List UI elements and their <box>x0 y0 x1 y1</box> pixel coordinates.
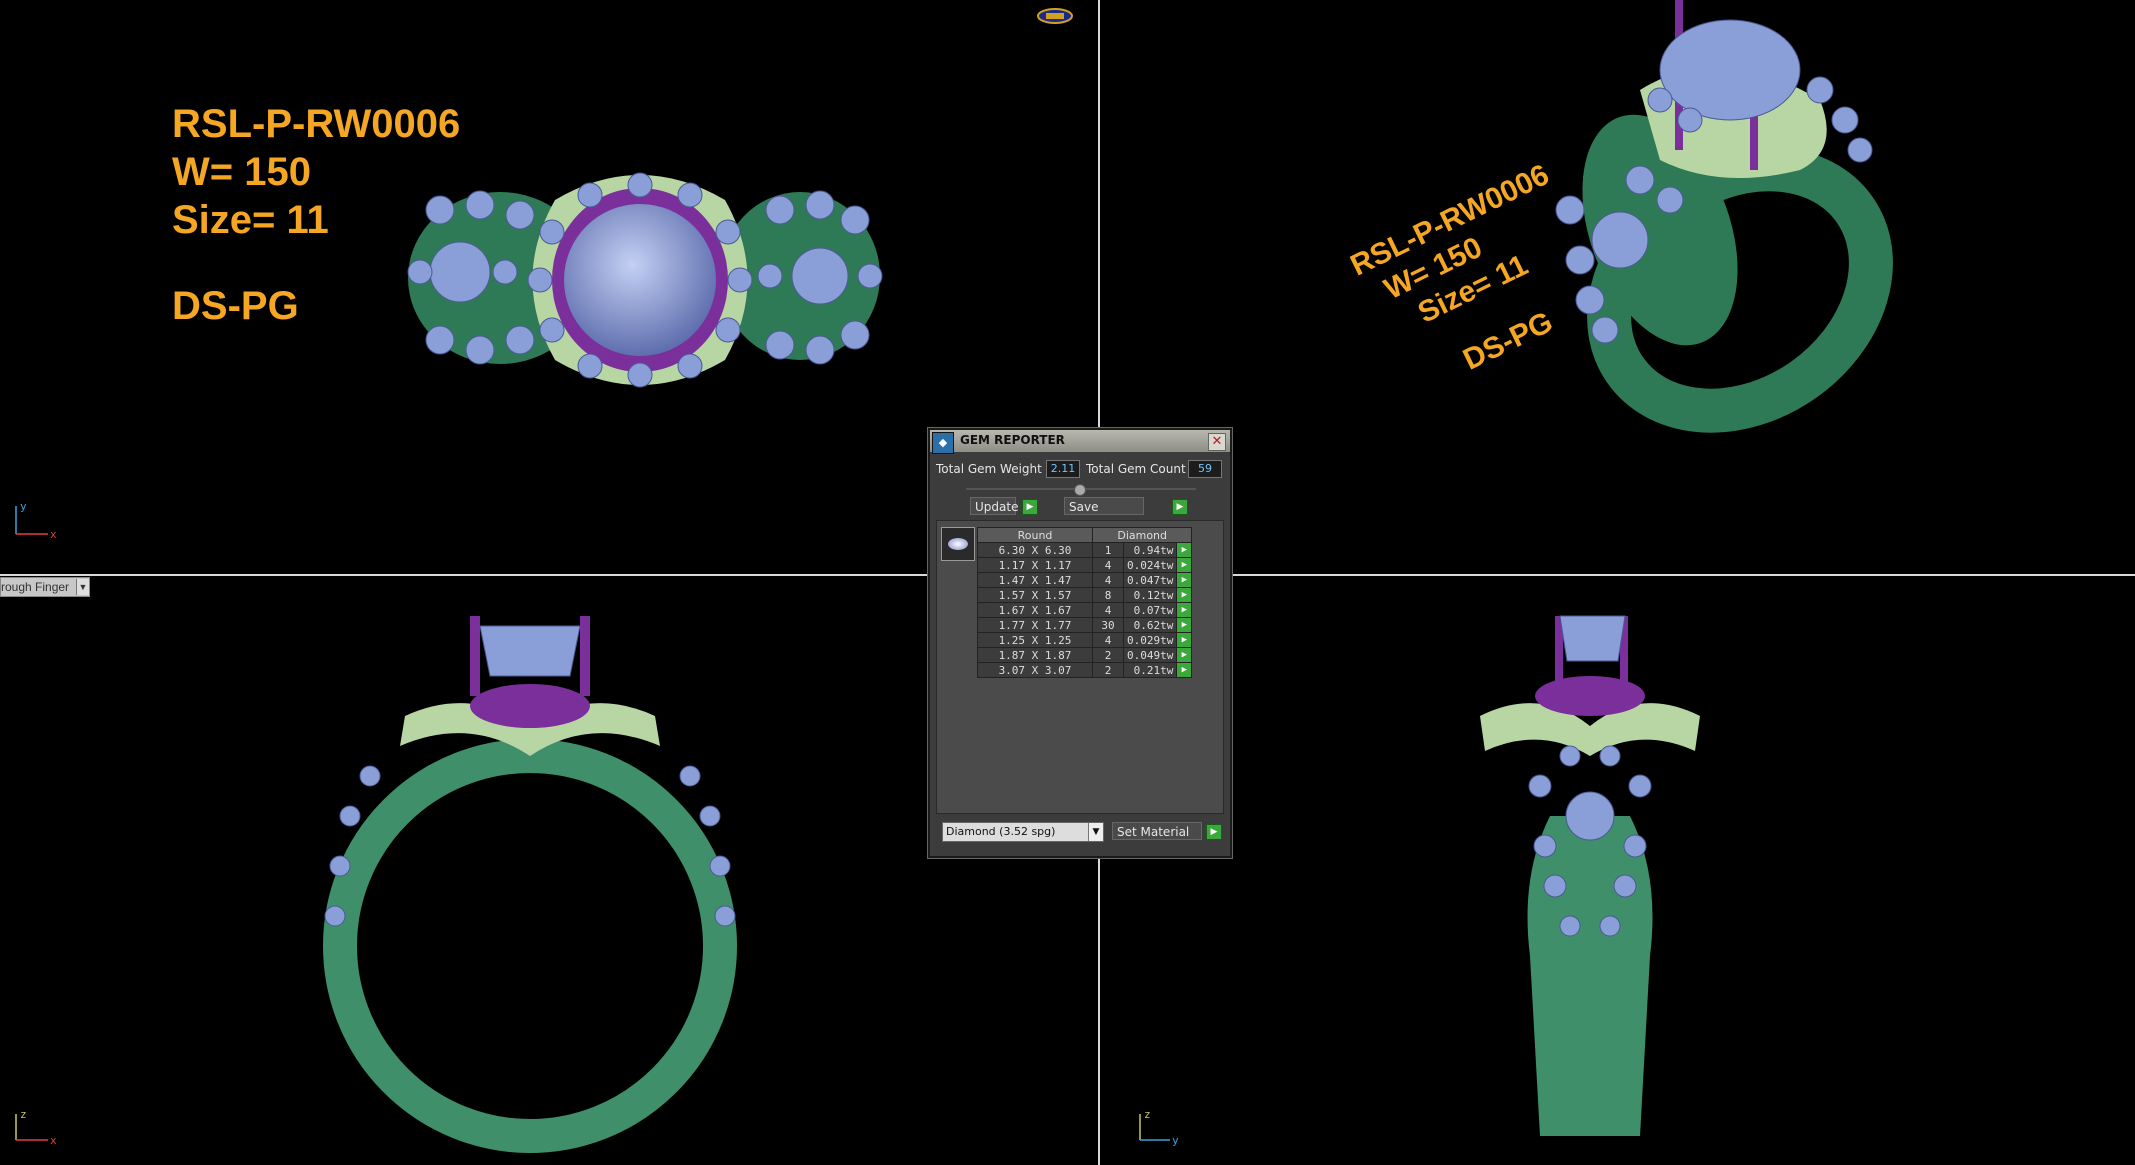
ring-perspective-view <box>1555 0 1893 433</box>
gem-size-cell: 1.77 X 1.77 <box>977 617 1093 633</box>
gem-weight-cell: 0.12tw <box>1122 587 1178 603</box>
material-value: Diamond (3.52 spg) <box>946 825 1056 838</box>
gem-count-cell: 8 <box>1092 587 1124 603</box>
gem-size-cell: 1.67 X 1.67 <box>977 602 1093 618</box>
view-mode-select[interactable]: rough Finger ▼ <box>0 577 90 597</box>
axis-label: z <box>20 1108 27 1121</box>
gem-weight-cell: 0.07tw <box>1122 602 1178 618</box>
gem-weight-cell: 0.049tw <box>1122 647 1178 663</box>
gem-size-cell: 3.07 X 3.07 <box>977 662 1093 678</box>
axis-label: z <box>1144 1108 1151 1121</box>
chevron-down-icon[interactable]: ▼ <box>76 579 89 595</box>
axis-gizmo-icon: z y <box>1139 1108 1179 1146</box>
round-gem-icon <box>948 538 968 550</box>
gem-reporter-icon: ◆ <box>932 432 954 454</box>
gem-count-cell: 4 <box>1092 557 1124 573</box>
update-button[interactable]: Update <box>970 497 1019 515</box>
set-material-label: Set Material <box>1117 825 1190 839</box>
row-select-icon[interactable]: ▶ <box>1176 647 1193 663</box>
axis-label: x <box>50 528 57 540</box>
save-report-go-icon[interactable]: ▶ <box>1172 499 1188 515</box>
gem-weight-cell: 0.029tw <box>1122 632 1178 648</box>
gem-count-cell: 4 <box>1092 572 1124 588</box>
view-mode-value: rough Finger <box>1 580 70 594</box>
panel-title: GEM REPORTER <box>960 433 1065 447</box>
finish-label: DS-PG <box>172 284 299 328</box>
update-go-icon[interactable]: ▶ <box>1022 499 1038 515</box>
gem-size-cell: 1.17 X 1.17 <box>977 557 1093 573</box>
weight-label: W= 150 <box>172 150 311 194</box>
gem-count-cell: 2 <box>1092 647 1124 663</box>
gem-table: Round Diamond 6.30 X 6.30 1 0.94tw ▶ 1.17 X … <box>977 527 1193 678</box>
panel-titlebar[interactable]: ◆ GEM REPORTER ✕ <box>930 430 1230 454</box>
axis-gizmo-icon: z x <box>15 1108 57 1146</box>
gem-size-cell: 1.25 X 1.25 <box>977 632 1093 648</box>
gem-list: Round Diamond 6.30 X 6.30 1 0.94tw ▶ 1.17 X … <box>936 520 1224 814</box>
row-select-icon[interactable]: ▶ <box>1176 602 1193 618</box>
render-mode-icon[interactable] <box>1036 6 1074 26</box>
column-header-shape: Round <box>977 527 1093 543</box>
gem-size-cell: 6.30 X 6.30 <box>977 542 1093 558</box>
viewport-side[interactable]: z y <box>1100 576 2135 1165</box>
update-label: Update <box>975 500 1019 514</box>
gem-reporter-panel: ◆ GEM REPORTER ✕ Total Gem Weight 2.11 T… <box>928 428 1232 858</box>
gem-weight-cell: 0.047tw <box>1122 572 1178 588</box>
gem-size-cell: 1.87 X 1.87 <box>977 647 1093 663</box>
gem-weight-cell: 0.94tw <box>1122 542 1178 558</box>
axis-label: y <box>20 500 27 513</box>
column-header-material: Diamond <box>1091 527 1193 543</box>
table-row[interactable]: 1.57 X 1.57 8 0.12tw ▶ <box>977 587 1193 603</box>
gem-count-cell: 4 <box>1092 602 1124 618</box>
table-row[interactable]: 1.77 X 1.77 30 0.62tw ▶ <box>977 617 1193 633</box>
axis-label: x <box>50 1134 57 1146</box>
table-row[interactable]: 3.07 X 3.07 2 0.21tw ▶ <box>977 662 1193 678</box>
save-report-button[interactable]: Save Report <box>1064 497 1144 532</box>
table-row[interactable]: 1.25 X 1.25 4 0.029tw ▶ <box>977 632 1193 648</box>
row-select-icon[interactable]: ▶ <box>1176 617 1193 633</box>
gem-shape-thumbnail[interactable] <box>941 527 975 561</box>
total-count-value: 59 <box>1188 460 1222 478</box>
table-row[interactable]: 1.87 X 1.87 2 0.049tw ▶ <box>977 647 1193 663</box>
gem-weight-cell: 0.21tw <box>1122 662 1178 678</box>
table-row[interactable]: 6.30 X 6.30 1 0.94tw ▶ <box>977 542 1193 558</box>
design-annotation: RSL-P-RW0006 W= 150 Size= 11 DS-PG <box>172 100 460 330</box>
gem-count-cell: 2 <box>1092 662 1124 678</box>
total-weight-value: 2.11 <box>1046 460 1080 478</box>
table-row[interactable]: 1.17 X 1.17 4 0.024tw ▶ <box>977 557 1193 573</box>
row-select-icon[interactable]: ▶ <box>1176 557 1193 573</box>
viewport-perspective[interactable] <box>1100 0 2135 574</box>
gem-size-cell: 1.57 X 1.57 <box>977 587 1093 603</box>
row-select-icon[interactable]: ▶ <box>1176 587 1193 603</box>
set-material-go-icon[interactable]: ▶ <box>1206 824 1222 840</box>
total-weight-label: Total Gem Weight <box>936 462 1042 476</box>
row-select-icon[interactable]: ▶ <box>1176 572 1193 588</box>
row-select-icon[interactable]: ▶ <box>1176 662 1193 678</box>
material-select[interactable]: Diamond (3.52 spg) ▼ <box>942 822 1104 842</box>
close-icon[interactable]: ✕ <box>1208 433 1226 451</box>
size-label: Size= 11 <box>172 198 329 242</box>
gem-count-cell: 4 <box>1092 632 1124 648</box>
splitter-handle[interactable] <box>1074 484 1086 496</box>
set-material-button[interactable]: Set Material <box>1112 822 1202 840</box>
gem-weight-cell: 0.024tw <box>1122 557 1178 573</box>
totals-row: Total Gem Weight 2.11 Total Gem Count 59 <box>936 460 1224 480</box>
gem-weight-cell: 0.62tw <box>1122 617 1178 633</box>
axis-gizmo-icon: y x <box>15 500 57 540</box>
axis-label: y <box>1172 1134 1179 1146</box>
chevron-down-icon[interactable]: ▼ <box>1088 823 1103 841</box>
table-row[interactable]: 1.67 X 1.67 4 0.07tw ▶ <box>977 602 1193 618</box>
gem-count-cell: 30 <box>1092 617 1124 633</box>
ring-side-view <box>1480 615 1700 1136</box>
model-code-label: RSL-P-RW0006 <box>172 102 461 146</box>
gem-size-cell: 1.47 X 1.47 <box>977 572 1093 588</box>
table-row[interactable]: 1.47 X 1.47 4 0.047tw ▶ <box>977 572 1193 588</box>
row-select-icon[interactable]: ▶ <box>1176 632 1193 648</box>
total-count-label: Total Gem Count <box>1086 462 1186 476</box>
gem-count-cell: 1 <box>1092 542 1124 558</box>
row-select-icon[interactable]: ▶ <box>1176 542 1193 558</box>
